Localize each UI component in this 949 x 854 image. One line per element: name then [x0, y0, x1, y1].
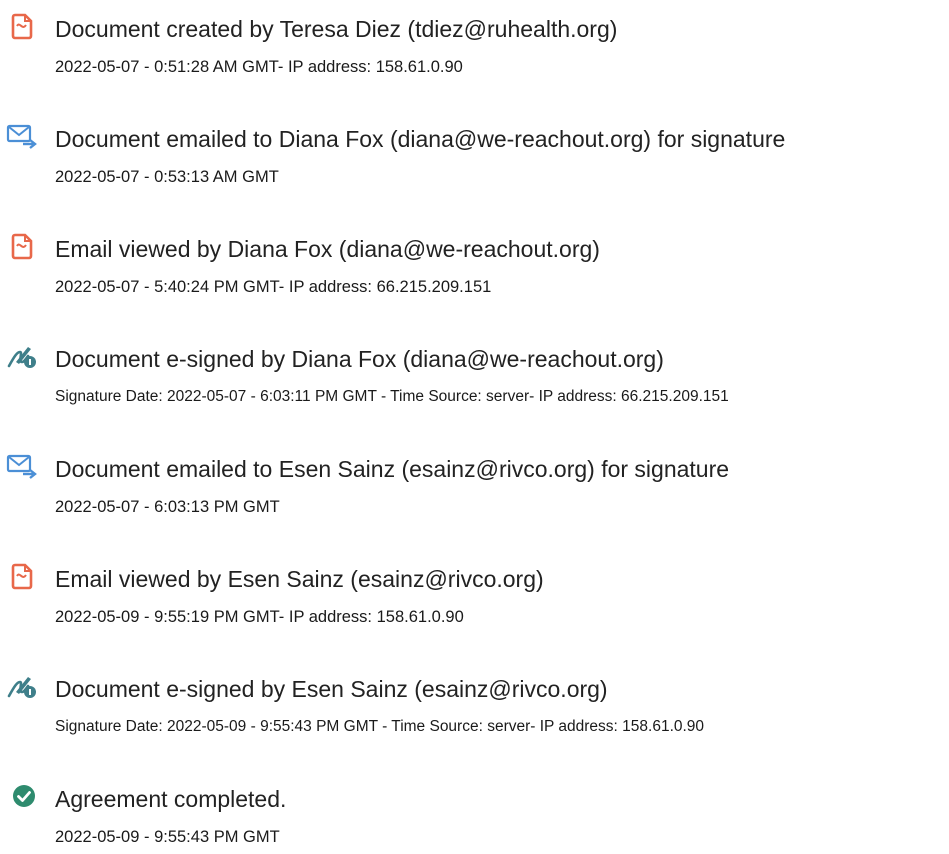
- email-viewed-icon: [6, 562, 38, 590]
- event-title: Document created by Teresa Diez (tdiez@r…: [55, 16, 618, 42]
- event-title: Document emailed to Diana Fox (diana@we-…: [55, 126, 786, 152]
- agreement-completed-icon: [6, 782, 38, 810]
- event-detail: 2022-05-09 - 9:55:19 PM GMT- IP address:…: [55, 608, 464, 626]
- event-detail: Signature Date: 2022-05-09 - 9:55:43 PM …: [55, 718, 705, 735]
- event-title: Email viewed by Esen Sainz (esainz@rivco…: [55, 566, 544, 592]
- audit-event: Document e-signed by Diana Fox (diana@we…: [0, 334, 949, 414]
- event-title: Email viewed by Diana Fox (diana@we-reac…: [55, 236, 600, 262]
- email-sent-icon: [6, 122, 38, 150]
- audit-event: Email viewed by Esen Sainz (esainz@rivco…: [0, 554, 949, 634]
- event-detail: 2022-05-09 - 9:55:43 PM GMT: [55, 828, 280, 846]
- event-title: Document e-signed by Diana Fox (diana@we…: [55, 346, 664, 372]
- audit-event: Document e-signed by Esen Sainz (esainz@…: [0, 664, 949, 744]
- event-detail: 2022-05-07 - 0:51:28 AM GMT- IP address:…: [55, 58, 463, 76]
- audit-event: Document emailed to Diana Fox (diana@we-…: [0, 114, 949, 194]
- event-detail: 2022-05-07 - 0:53:13 AM GMT: [55, 168, 279, 186]
- audit-trail-timeline: Document created by Teresa Diez (tdiez@r…: [0, 0, 949, 846]
- email-sent-icon: [6, 452, 38, 480]
- event-title: Agreement completed.: [55, 786, 287, 812]
- audit-event: Email viewed by Diana Fox (diana@we-reac…: [0, 224, 949, 304]
- document-created-icon: [6, 12, 38, 40]
- esign-icon: [6, 672, 38, 700]
- audit-event: Document created by Teresa Diez (tdiez@r…: [0, 4, 949, 84]
- email-viewed-icon: [6, 232, 38, 260]
- audit-event: Document emailed to Esen Sainz (esainz@r…: [0, 444, 949, 524]
- event-detail: 2022-05-07 - 5:40:24 PM GMT- IP address:…: [55, 278, 492, 296]
- event-title: Document e-signed by Esen Sainz (esainz@…: [55, 676, 608, 702]
- esign-icon: [6, 342, 38, 370]
- audit-event: Agreement completed. 2022-05-09 - 9:55:4…: [0, 774, 949, 854]
- event-detail: Signature Date: 2022-05-07 - 6:03:11 PM …: [55, 388, 729, 405]
- event-title: Document emailed to Esen Sainz (esainz@r…: [55, 456, 730, 482]
- event-detail: 2022-05-07 - 6:03:13 PM GMT: [55, 498, 280, 516]
